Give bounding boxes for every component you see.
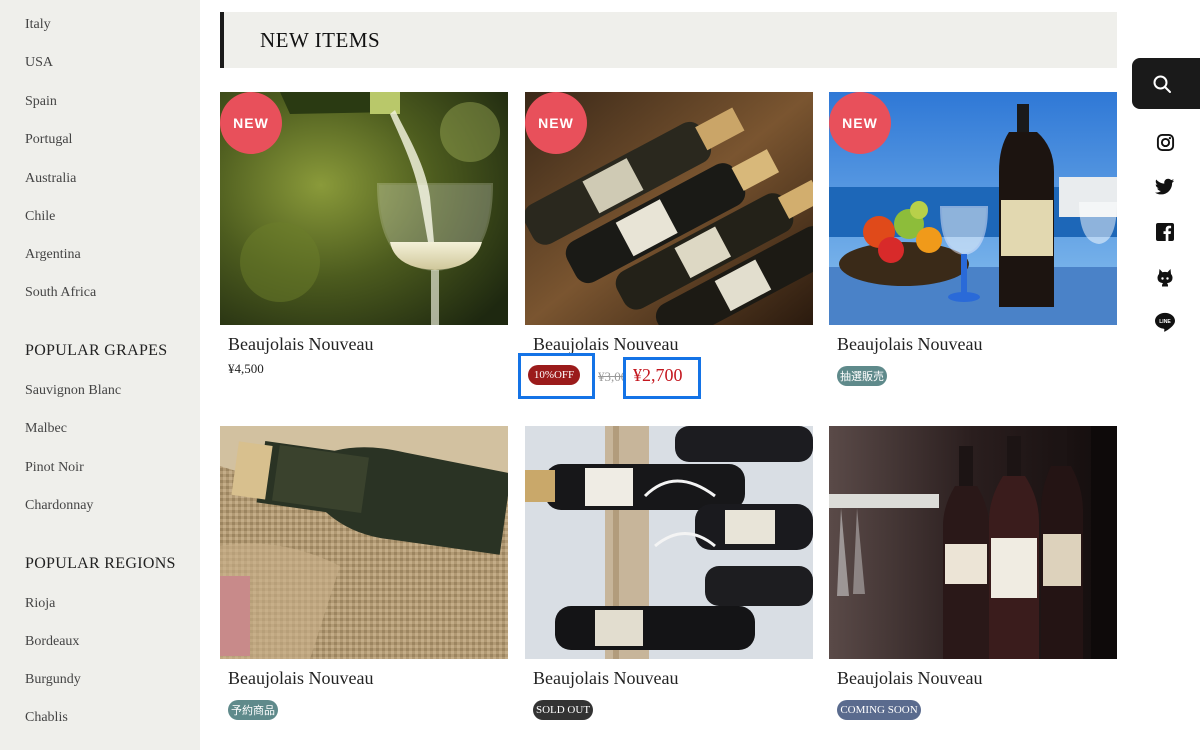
product-name[interactable]: Beaujolais Nouveau xyxy=(533,668,678,689)
sidebar-item-australia[interactable]: Australia xyxy=(25,171,76,187)
product-image[interactable] xyxy=(525,426,813,659)
sidebar-item-chablis[interactable]: Chablis xyxy=(25,710,68,726)
section-title: NEW ITEMS xyxy=(260,28,381,52)
discount-highlight: 10%OFF xyxy=(518,353,595,399)
sidebar-item-burgundy[interactable]: Burgundy xyxy=(25,672,81,688)
product-card: Beaujolais Nouveau SOLD OUT xyxy=(525,426,813,726)
sidebar-item-rioja[interactable]: Rioja xyxy=(25,596,55,612)
product-price: ¥4,500 xyxy=(228,361,264,376)
sidebar-item-argentina[interactable]: Argentina xyxy=(25,247,81,263)
popular-regions-heading: POPULAR REGIONS xyxy=(25,555,176,572)
sidebar-item-sauvignon-blanc[interactable]: Sauvignon Blanc xyxy=(25,383,121,399)
product-card: Beaujolais Nouveau COMING SOON xyxy=(829,426,1117,726)
product-card: NEW Beaujolais Nouveau 抽選販売 xyxy=(829,92,1117,392)
sale-price-highlight: ¥2,700 xyxy=(623,357,701,399)
sold-out-tag: SOLD OUT xyxy=(533,700,593,720)
product-name[interactable]: Beaujolais Nouveau xyxy=(228,668,373,689)
twitter-link[interactable] xyxy=(1154,176,1176,198)
product-card: NEW Beaujolais Nouveau xyxy=(525,92,813,392)
product-image[interactable] xyxy=(829,426,1117,659)
line-link[interactable]: LINE xyxy=(1154,311,1176,333)
coming-soon-tag: COMING SOON xyxy=(837,700,921,720)
sidebar-item-pinot-noir[interactable]: Pinot Noir xyxy=(25,460,84,476)
sidebar-item-usa[interactable]: USA xyxy=(25,55,53,71)
line-icon: LINE xyxy=(1155,312,1175,332)
github-link[interactable] xyxy=(1154,266,1176,288)
sidebar: Italy USA Spain Portugal Australia Chile… xyxy=(0,0,200,750)
preorder-tag: 予約商品 xyxy=(228,700,278,720)
sidebar-item-chile[interactable]: Chile xyxy=(25,209,55,225)
section-header: NEW ITEMS xyxy=(220,12,1117,68)
facebook-link[interactable] xyxy=(1154,221,1176,243)
product-card: NEW Beaujolais Nouveau ¥4,500 xyxy=(220,92,508,392)
sidebar-item-south-africa[interactable]: South Africa xyxy=(25,285,96,301)
sidebar-item-chardonnay[interactable]: Chardonnay xyxy=(25,498,93,514)
discount-badge: 10%OFF xyxy=(528,365,580,385)
sale-price: ¥2,700 xyxy=(633,365,683,385)
facebook-icon xyxy=(1156,223,1174,241)
new-badge: NEW xyxy=(220,92,282,154)
twitter-icon xyxy=(1155,178,1175,195)
instagram-icon xyxy=(1156,133,1174,151)
product-image[interactable]: NEW xyxy=(525,92,813,325)
sidebar-item-spain[interactable]: Spain xyxy=(25,94,57,110)
product-name[interactable]: Beaujolais Nouveau xyxy=(837,334,982,355)
product-name[interactable]: Beaujolais Nouveau xyxy=(837,668,982,689)
product-image[interactable]: NEW xyxy=(220,92,508,325)
new-badge: NEW xyxy=(525,92,587,154)
sidebar-item-malbec[interactable]: Malbec xyxy=(25,421,67,437)
sidebar-item-bordeaux[interactable]: Bordeaux xyxy=(25,634,79,650)
sidebar-item-italy[interactable]: Italy xyxy=(25,17,51,33)
search-button[interactable] xyxy=(1132,58,1200,109)
product-name[interactable]: Beaujolais Nouveau xyxy=(533,334,678,355)
product-image[interactable] xyxy=(220,426,508,659)
product-card: Beaujolais Nouveau 予約商品 xyxy=(220,426,508,726)
lottery-tag: 抽選販売 xyxy=(837,366,887,386)
search-icon xyxy=(1153,75,1171,93)
new-badge: NEW xyxy=(829,92,891,154)
github-icon xyxy=(1157,269,1173,287)
instagram-link[interactable] xyxy=(1154,131,1176,153)
popular-grapes-heading: POPULAR GRAPES xyxy=(25,342,168,359)
svg-text:LINE: LINE xyxy=(1159,319,1171,325)
product-name[interactable]: Beaujolais Nouveau xyxy=(228,334,373,355)
sidebar-item-portugal[interactable]: Portugal xyxy=(25,132,72,148)
product-image[interactable]: NEW xyxy=(829,92,1117,325)
